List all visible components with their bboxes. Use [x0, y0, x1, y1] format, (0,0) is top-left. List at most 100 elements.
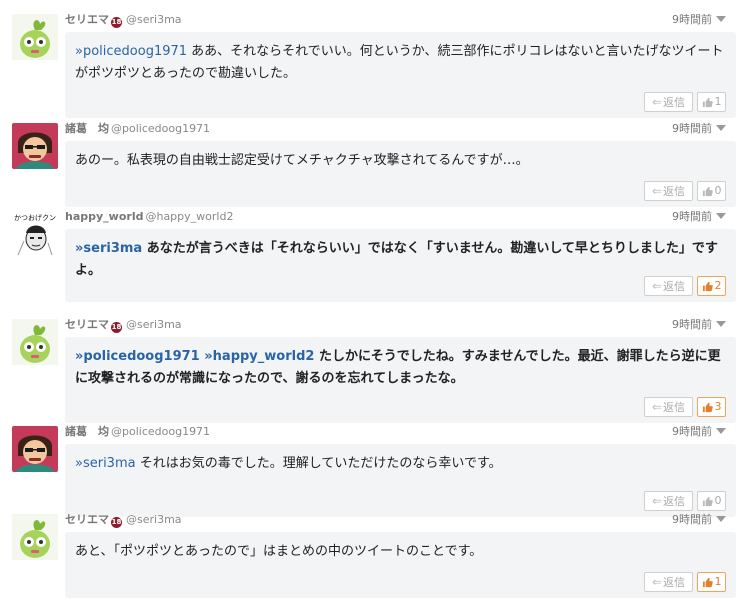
comment-time: 9時間前 [672, 121, 726, 137]
avatar[interactable] [12, 514, 58, 560]
username[interactable]: セリエマ [65, 13, 109, 26]
comment-meta: 諸葛 均 @policedoog1971 [65, 121, 210, 137]
like-count: 1 [714, 95, 722, 108]
mention-link[interactable]: »happy_world2 [204, 349, 314, 364]
timestamp[interactable]: 9時間前 [672, 13, 712, 26]
reply-label: 返信 [663, 401, 686, 414]
reply-arrow-icon: ⇐ [651, 494, 663, 508]
user-handle[interactable]: @seri3ma [126, 513, 182, 526]
reply-arrow-icon: ⇐ [651, 279, 663, 293]
thumbs-up-icon [702, 186, 713, 196]
manga-sketch-avatar-icon: かつおげクン [12, 211, 58, 257]
timestamp[interactable]: 9時間前 [672, 210, 712, 223]
reply-button[interactable]: ⇐返信 [644, 276, 693, 296]
username[interactable]: 諸葛 均 [65, 122, 109, 135]
reply-button[interactable]: ⇐返信 [644, 92, 693, 112]
comment-bubble: あのー。私表現の自由戦士認定受けてメチャクチャ攻撃されてるんですが…。 ⇐返信 … [65, 141, 736, 207]
thumbs-up-icon [702, 97, 713, 107]
username[interactable]: happy_world [65, 210, 143, 223]
username[interactable]: 諸葛 均 [65, 425, 109, 438]
comment-bubble: »seri3ma あなたが言うべきは「それならいい」ではなく「すいません。勘違い… [65, 229, 736, 302]
chevron-down-icon[interactable] [716, 321, 726, 327]
thumbs-up-icon [702, 577, 713, 587]
like-button[interactable]: 1 [697, 92, 726, 112]
comment-actions: ⇐返信 0 [644, 491, 726, 513]
comment-body: »policedoog1971 »happy_world2 たしかにそうでしたね… [65, 337, 736, 390]
user-handle[interactable]: @seri3ma [126, 318, 182, 331]
user-handle[interactable]: @seri3ma [126, 13, 182, 26]
timestamp[interactable]: 9時間前 [672, 318, 712, 331]
comment-body: あと、「ポツポツとあったので」はまとめの中のツイートのことです。 [65, 532, 736, 563]
user-handle[interactable]: @happy_world2 [145, 210, 233, 223]
timestamp[interactable]: 9時間前 [672, 425, 712, 438]
mention-link[interactable]: »policedoog1971 [75, 349, 200, 364]
comment-actions: ⇐返信 1 [644, 92, 726, 114]
comment-body: »policedoog1971 ああ、それならそれでいい。何というか、続三部作に… [65, 32, 736, 85]
comment-time: 9時間前 [672, 317, 726, 333]
comment-actions: ⇐返信 2 [644, 276, 726, 298]
avatar[interactable] [12, 319, 58, 365]
reply-button[interactable]: ⇐返信 [644, 491, 693, 511]
timestamp[interactable]: 9時間前 [672, 513, 712, 526]
reply-label: 返信 [663, 576, 686, 589]
avatar[interactable] [12, 123, 58, 169]
like-button[interactable]: 0 [697, 181, 726, 201]
avatar[interactable]: かつおげクン [12, 211, 58, 257]
chevron-down-icon[interactable] [716, 16, 726, 22]
reply-arrow-icon: ⇐ [651, 95, 663, 109]
mention-link[interactable]: »seri3ma [75, 456, 136, 471]
reply-button[interactable]: ⇐返信 [644, 181, 693, 201]
thumbs-up-icon [702, 402, 713, 412]
green-mascot-avatar-icon [12, 514, 58, 560]
comment-time: 9時間前 [672, 424, 726, 440]
character-portrait-avatar-icon [12, 123, 58, 169]
like-button[interactable]: 2 [697, 276, 726, 296]
like-count: 0 [714, 184, 722, 197]
user-handle[interactable]: @policedoog1971 [111, 122, 210, 135]
username[interactable]: セリエマ [65, 513, 109, 526]
mention-link[interactable]: »seri3ma [75, 241, 142, 256]
avatar[interactable] [12, 426, 58, 472]
comment-meta: セリエマ 18 @seri3ma [65, 12, 182, 28]
reply-button[interactable]: ⇐返信 [644, 572, 693, 592]
comment-item: 諸葛 均 @policedoog1971 9時間前 »seri3ma それはお気の… [0, 424, 740, 517]
chevron-down-icon[interactable] [716, 516, 726, 522]
like-button[interactable]: 0 [697, 491, 726, 511]
comment-bubble: »policedoog1971 »happy_world2 たしかにそうでしたね… [65, 337, 736, 423]
comment-bubble: あと、「ポツポツとあったので」はまとめの中のツイートのことです。 ⇐返信 1 [65, 532, 736, 598]
comment-meta: 諸葛 均 @policedoog1971 [65, 424, 210, 440]
reply-label: 返信 [663, 495, 686, 508]
timestamp[interactable]: 9時間前 [672, 122, 712, 135]
like-count: 3 [714, 400, 722, 413]
comment-meta: happy_world @happy_world2 [65, 209, 233, 225]
like-count: 0 [714, 494, 722, 507]
comment-actions: ⇐返信 1 [644, 572, 726, 594]
comment-text: あなたが言うべきは「それならいい」ではなく「すいません。勘違いして早とちりしまし… [75, 241, 718, 278]
chevron-down-icon[interactable] [716, 428, 726, 434]
green-mascot-avatar-icon [12, 14, 58, 60]
like-count: 1 [714, 575, 722, 588]
thumbs-up-icon [702, 496, 713, 506]
chevron-down-icon[interactable] [716, 213, 726, 219]
reply-label: 返信 [663, 280, 686, 293]
avatar[interactable] [12, 14, 58, 60]
mention-link[interactable]: »policedoog1971 [75, 44, 187, 59]
username[interactable]: セリエマ [65, 318, 109, 331]
chevron-down-icon[interactable] [716, 125, 726, 131]
age-18-badge-icon: 18 [111, 322, 122, 333]
comment-actions: ⇐返信 0 [644, 181, 726, 203]
green-mascot-avatar-icon [12, 319, 58, 365]
like-button[interactable]: 1 [697, 572, 726, 592]
like-button[interactable]: 3 [697, 397, 726, 417]
reply-button[interactable]: ⇐返信 [644, 397, 693, 417]
character-portrait-avatar-icon [12, 426, 58, 472]
comment-time: 9時間前 [672, 12, 726, 28]
age-18-badge-icon: 18 [111, 17, 122, 28]
reply-arrow-icon: ⇐ [651, 400, 663, 414]
comment-text: それはお気の毒でした。理解していただけたのなら幸いです。 [135, 456, 502, 471]
comment-actions: ⇐返信 3 [644, 397, 726, 419]
age-18-badge-icon: 18 [111, 517, 122, 528]
user-handle[interactable]: @policedoog1971 [111, 425, 210, 438]
like-count: 2 [714, 279, 722, 292]
comment-text: あのー。私表現の自由戦士認定受けてメチャクチャ攻撃されてるんですが…。 [75, 153, 529, 168]
